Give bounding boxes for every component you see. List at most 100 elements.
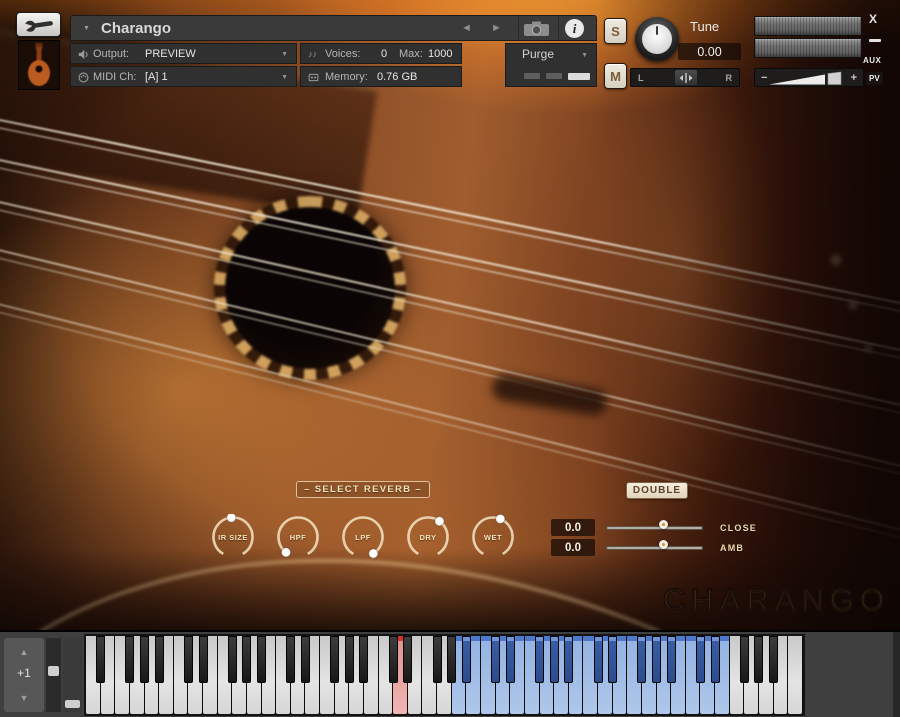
mapped-black-key[interactable]	[652, 636, 661, 683]
output-row[interactable]: Output: PREVIEW ▼	[70, 43, 297, 64]
close-button[interactable]: X	[869, 12, 877, 26]
double-button[interactable]: DOUBLE	[626, 482, 688, 499]
volume-wedge	[769, 70, 851, 86]
black-key[interactable]	[754, 636, 763, 683]
black-key[interactable]	[286, 636, 295, 683]
volume-minus-button[interactable]: −	[761, 72, 767, 84]
black-key[interactable]	[433, 636, 442, 683]
output-meter-left	[754, 16, 862, 36]
black-key[interactable]	[389, 636, 398, 683]
black-key[interactable]	[345, 636, 354, 683]
mapped-black-key[interactable]	[594, 636, 603, 683]
minimize-button[interactable]	[869, 39, 881, 42]
mixer-slider[interactable]	[606, 519, 703, 536]
snapshot-camera-icon[interactable]	[523, 21, 551, 37]
title-dropdown-icon[interactable]: ▼	[83, 25, 90, 32]
tune-knob-pointer	[656, 26, 659, 35]
mixer-track	[606, 546, 703, 550]
wrench-icon	[23, 16, 55, 33]
transpose-down-button[interactable]: ▼	[4, 693, 44, 703]
keyboard-zoom-strip[interactable]	[63, 638, 82, 712]
volume-handle[interactable]	[828, 72, 841, 85]
output-label: Output:	[93, 48, 129, 60]
knob-lpf[interactable]: LPF	[340, 514, 386, 560]
black-key[interactable]	[155, 636, 164, 683]
black-key[interactable]	[228, 636, 237, 683]
mixer-track	[606, 526, 703, 530]
purge-button[interactable]: Purge	[522, 47, 554, 61]
volume-slider[interactable]: − +	[754, 68, 864, 87]
pv-button[interactable]: PV	[866, 72, 883, 85]
scroll-handle[interactable]	[48, 666, 59, 676]
black-key[interactable]	[125, 636, 134, 683]
memory-icon	[308, 72, 319, 83]
black-key[interactable]	[257, 636, 266, 683]
mapped-black-key[interactable]	[637, 636, 646, 683]
mapped-black-key[interactable]	[550, 636, 559, 683]
tune-knob[interactable]	[635, 17, 679, 61]
black-key[interactable]	[140, 636, 149, 683]
edit-wrench-button[interactable]	[16, 12, 61, 37]
select-reverb-button[interactable]: – SELECT REVERB –	[296, 481, 430, 498]
mapped-black-key[interactable]	[491, 636, 500, 683]
black-key[interactable]	[447, 636, 456, 683]
next-instrument-button[interactable]: ►	[491, 22, 502, 34]
output-value: PREVIEW	[145, 48, 196, 60]
aux-button[interactable]: AUX	[863, 56, 881, 65]
black-key[interactable]	[301, 636, 310, 683]
tune-value[interactable]: 0.00	[678, 43, 741, 60]
close-value-box[interactable]: 0.0	[551, 519, 595, 536]
zoom-handle[interactable]	[65, 700, 80, 708]
instrument-title: Charango	[101, 20, 171, 37]
black-key[interactable]	[184, 636, 193, 683]
mapped-black-key[interactable]	[564, 636, 573, 683]
white-key[interactable]	[788, 636, 802, 714]
volume-plus-button[interactable]: +	[851, 72, 857, 84]
output-dropdown-icon[interactable]: ▼	[281, 51, 288, 58]
instrument-title-bar: ▼ Charango ◄ ► i	[70, 15, 597, 41]
knob-wet[interactable]: WET	[470, 514, 516, 560]
mapped-black-key[interactable]	[506, 636, 515, 683]
mapped-black-key[interactable]	[711, 636, 720, 683]
transpose-up-button[interactable]: ▲	[4, 647, 44, 657]
knob-hpf[interactable]: HPF	[275, 514, 321, 560]
midi-channel-row[interactable]: MIDI Ch: [A] 1 ▼	[70, 66, 297, 87]
mapped-black-key[interactable]	[608, 636, 617, 683]
knob-indicator-dot	[227, 514, 236, 522]
knob-indicator-dot	[369, 549, 378, 558]
knob-dry[interactable]: DRY	[405, 514, 451, 560]
black-key[interactable]	[242, 636, 251, 683]
black-key[interactable]	[96, 636, 105, 683]
black-key[interactable]	[740, 636, 749, 683]
mute-button[interactable]: M	[604, 63, 627, 89]
max-voices-value: 1000	[428, 48, 452, 60]
keyboard-scroll-strip[interactable]	[46, 638, 61, 712]
mapped-black-key[interactable]	[462, 636, 471, 683]
pan-center-icon	[678, 72, 694, 84]
info-button[interactable]: i	[565, 19, 584, 38]
black-key[interactable]	[199, 636, 208, 683]
purge-dropdown-icon[interactable]: ▼	[581, 52, 588, 59]
solo-button[interactable]: S	[604, 18, 627, 44]
max-voices-label: Max:	[399, 48, 423, 60]
pan-handle[interactable]	[675, 70, 697, 85]
black-key[interactable]	[769, 636, 778, 683]
voices-icon: ♪♪	[308, 49, 317, 59]
instrument-thumbnail	[18, 40, 60, 90]
voices-label: Voices:	[325, 48, 360, 60]
pan-slider[interactable]: L R	[630, 68, 740, 87]
black-key[interactable]	[359, 636, 368, 683]
midi-channel-label: MIDI Ch:	[93, 71, 136, 83]
voices-panel: ♪♪ Voices: 0 Max: 1000	[300, 43, 462, 64]
mapped-black-key[interactable]	[535, 636, 544, 683]
black-key[interactable]	[330, 636, 339, 683]
prev-instrument-button[interactable]: ◄	[461, 22, 472, 34]
amb-value-box[interactable]: 0.0	[551, 539, 595, 556]
mapped-black-key[interactable]	[696, 636, 705, 683]
mixer-slider[interactable]	[606, 539, 703, 556]
mapped-black-key[interactable]	[667, 636, 676, 683]
midi-dropdown-icon[interactable]: ▼	[281, 74, 288, 81]
memory-usage-bar	[546, 73, 562, 79]
black-key[interactable]	[403, 636, 412, 683]
knob-ir-size[interactable]: IR SIZE	[210, 514, 256, 560]
